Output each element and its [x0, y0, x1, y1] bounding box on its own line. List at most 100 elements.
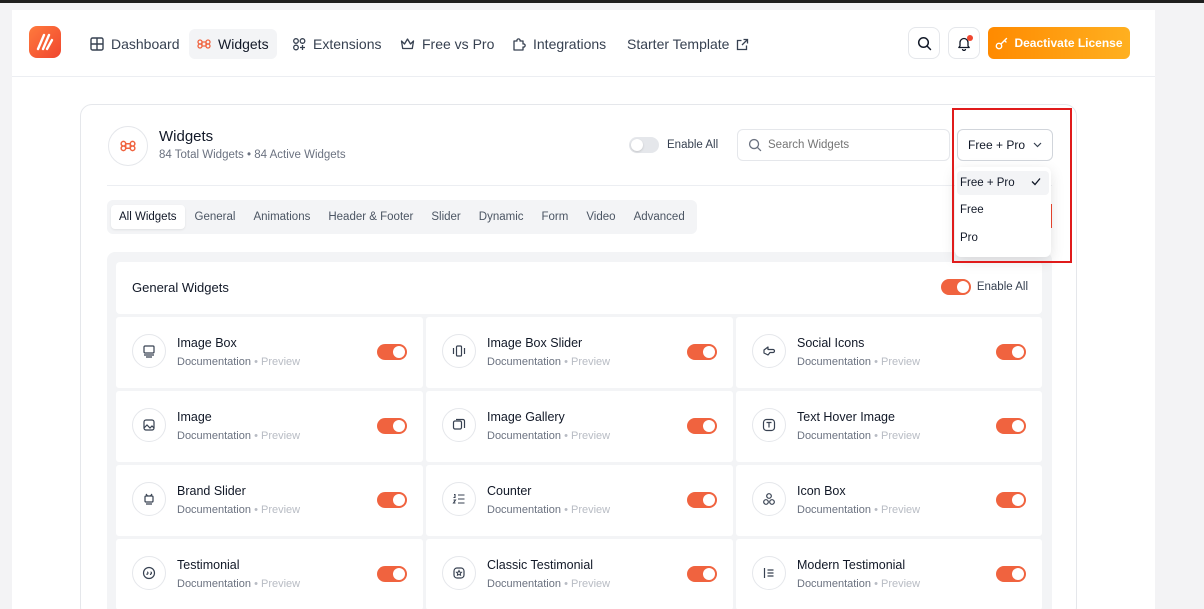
- notification-dot: [967, 35, 973, 41]
- widget-toggle[interactable]: [377, 344, 407, 360]
- widget-toggle[interactable]: [687, 344, 717, 360]
- link-separator: •: [874, 356, 878, 368]
- link-separator: •: [564, 578, 568, 590]
- search-widgets[interactable]: [737, 129, 950, 161]
- documentation-link[interactable]: Documentation: [797, 578, 871, 590]
- category-tabs: All Widgets General Animations Header & …: [107, 200, 697, 234]
- link-separator: •: [874, 504, 878, 516]
- tab-animations[interactable]: Animations: [245, 205, 318, 229]
- widget-links: Documentation • Preview: [797, 578, 920, 590]
- preview-link[interactable]: Preview: [571, 504, 610, 516]
- section-title: General Widgets: [132, 280, 229, 295]
- section-enable-all-label: Enable All: [976, 281, 1028, 293]
- preview-link[interactable]: Preview: [881, 356, 920, 368]
- documentation-link[interactable]: Documentation: [177, 578, 251, 590]
- enable-all-global-label: Enable All: [667, 139, 719, 151]
- widget-toggle[interactable]: [377, 492, 407, 508]
- link-separator: •: [254, 578, 258, 590]
- tab-dynamic[interactable]: Dynamic: [471, 205, 532, 229]
- section-enable-all-toggle[interactable]: [940, 279, 971, 295]
- tab-video[interactable]: Video: [578, 205, 623, 229]
- link-separator: •: [874, 578, 878, 590]
- widget-links: Documentation • Preview: [487, 504, 610, 516]
- enable-all-global[interactable]: Enable All: [629, 137, 718, 153]
- preview-link[interactable]: Preview: [261, 504, 300, 516]
- preview-link[interactable]: Preview: [261, 430, 300, 442]
- nav-widgets[interactable]: Widgets: [189, 29, 277, 59]
- notifications-button[interactable]: [948, 27, 980, 59]
- documentation-link[interactable]: Documentation: [177, 430, 251, 442]
- widget-links: Documentation • Preview: [177, 578, 300, 590]
- link-separator: •: [254, 504, 258, 516]
- documentation-link[interactable]: Documentation: [177, 504, 251, 516]
- page-title: Widgets: [159, 128, 214, 145]
- nav-dashboard[interactable]: Dashboard: [82, 29, 188, 59]
- link-separator: •: [564, 504, 568, 516]
- search-input[interactable]: [768, 139, 938, 151]
- widget-card: Image Box Documentation • Preview: [116, 317, 423, 388]
- widget-toggle[interactable]: [996, 566, 1026, 582]
- widget-toggle[interactable]: [996, 492, 1026, 508]
- widget-toggle[interactable]: [377, 418, 407, 434]
- documentation-link[interactable]: Documentation: [487, 504, 561, 516]
- tab-all-widgets[interactable]: All Widgets: [111, 205, 185, 229]
- image-icon: [132, 408, 166, 442]
- preview-link[interactable]: Preview: [881, 578, 920, 590]
- widget-card: Modern Testimonial Documentation • Previ…: [736, 539, 1042, 609]
- tab-header-footer[interactable]: Header & Footer: [320, 205, 421, 229]
- general-widgets-section: General Widgets Enable All Image Box Doc…: [107, 252, 1052, 609]
- documentation-link[interactable]: Documentation: [797, 430, 871, 442]
- crown-icon: [400, 38, 415, 50]
- widget-title: Classic Testimonial: [487, 558, 594, 572]
- section-enable-all[interactable]: Enable All: [940, 279, 1028, 295]
- nav-integrations-label: Integrations: [533, 36, 607, 52]
- deactivate-license-button[interactable]: Deactivate License: [988, 27, 1130, 59]
- widget-links: Documentation • Preview: [797, 430, 920, 442]
- widget-toggle[interactable]: [687, 492, 717, 508]
- preview-link[interactable]: Preview: [571, 578, 610, 590]
- nav-integrations[interactable]: Integrations: [504, 29, 614, 59]
- widget-links: Documentation • Preview: [797, 504, 920, 516]
- image-box-icon: [132, 334, 166, 368]
- preview-link[interactable]: Preview: [571, 356, 610, 368]
- documentation-link[interactable]: Documentation: [487, 578, 561, 590]
- tab-form[interactable]: Form: [534, 205, 577, 229]
- widget-toggle[interactable]: [996, 418, 1026, 434]
- enable-all-global-toggle[interactable]: [629, 137, 659, 153]
- highlight-box: [952, 108, 1072, 263]
- tab-general[interactable]: General: [187, 205, 244, 229]
- tab-slider[interactable]: Slider: [423, 205, 468, 229]
- widget-toggle[interactable]: [687, 418, 717, 434]
- preview-link[interactable]: Preview: [261, 578, 300, 590]
- nav-free-vs-pro[interactable]: Free vs Pro: [392, 29, 502, 59]
- preview-link[interactable]: Preview: [261, 356, 300, 368]
- nav-extensions[interactable]: Extensions: [284, 29, 389, 59]
- widget-links: Documentation • Preview: [177, 356, 300, 368]
- nav-starter-template[interactable]: Starter Template: [619, 29, 757, 59]
- widget-links: Documentation • Preview: [177, 504, 300, 516]
- link-separator: •: [254, 356, 258, 368]
- documentation-link[interactable]: Documentation: [797, 504, 871, 516]
- widget-toggle[interactable]: [687, 566, 717, 582]
- brand-logo[interactable]: [29, 26, 61, 58]
- preview-link[interactable]: Preview: [881, 430, 920, 442]
- documentation-link[interactable]: Documentation: [797, 356, 871, 368]
- widget-title: Image Box Slider: [487, 336, 583, 350]
- widget-toggle[interactable]: [377, 566, 407, 582]
- search-button[interactable]: [908, 27, 940, 59]
- brand-icon: [132, 482, 166, 516]
- link-separator: •: [564, 430, 568, 442]
- widget-toggle[interactable]: [996, 344, 1026, 360]
- documentation-link[interactable]: Documentation: [177, 356, 251, 368]
- widget-title: Counter: [487, 484, 532, 498]
- link-separator: •: [564, 356, 568, 368]
- documentation-link[interactable]: Documentation: [487, 356, 561, 368]
- widget-title: Image Gallery: [487, 410, 565, 424]
- preview-link[interactable]: Preview: [881, 504, 920, 516]
- tab-advanced[interactable]: Advanced: [626, 205, 693, 229]
- documentation-link[interactable]: Documentation: [487, 430, 561, 442]
- widget-title: Image Box: [177, 336, 237, 350]
- widget-card: Testimonial Documentation • Preview: [116, 539, 423, 609]
- preview-link[interactable]: Preview: [571, 430, 610, 442]
- widget-title: Testimonial: [177, 558, 240, 572]
